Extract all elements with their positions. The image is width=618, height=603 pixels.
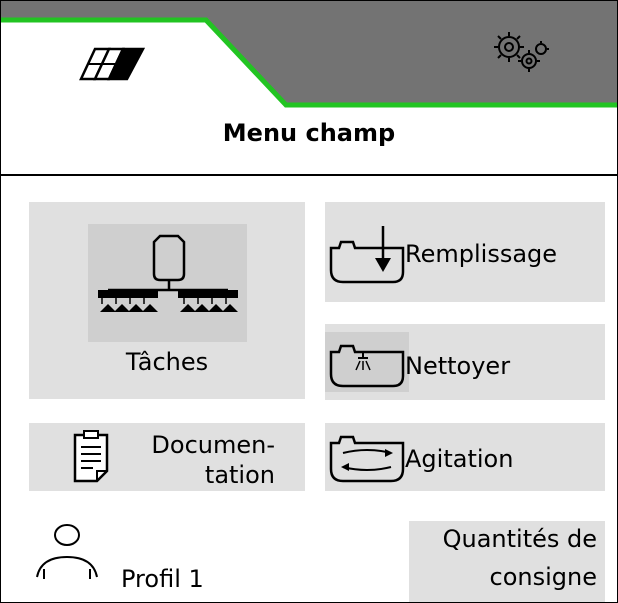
tank-fill-icon — [325, 222, 409, 288]
field-menu-screen: Menu champ Tâches Remplissage Nettoyer D… — [0, 0, 618, 603]
agitation-button[interactable]: Agitation — [325, 423, 605, 491]
quantites-label-line2: consigne — [489, 563, 597, 591]
header-divider — [1, 174, 617, 176]
remplissage-label: Remplissage — [405, 240, 558, 268]
tab-field-menu[interactable] — [61, 19, 161, 99]
tab-bar — [1, 1, 617, 109]
documentation-label-line2: tation — [204, 461, 275, 489]
nettoyer-button[interactable]: Nettoyer — [325, 324, 605, 400]
tab-settings-menu[interactable] — [471, 19, 571, 89]
documentation-label-line1: Documen- — [151, 431, 275, 459]
agitation-label: Agitation — [405, 445, 514, 473]
nettoyer-label: Nettoyer — [405, 352, 511, 380]
user-icon[interactable] — [31, 513, 111, 593]
field-icon — [79, 47, 146, 81]
sprayer-icon — [88, 224, 247, 342]
tank-clean-icon — [325, 332, 409, 392]
taches-label: Tâches — [125, 348, 209, 376]
profile-label[interactable]: Profil 1 — [121, 565, 204, 593]
quantites-de-consigne-button[interactable]: Quantités de consigne — [409, 521, 605, 602]
document-icon — [69, 427, 113, 487]
quantites-label-line1: Quantités de — [442, 525, 597, 553]
page-title: Menu champ — [222, 119, 396, 147]
documentation-button[interactable]: Documen- tation — [29, 423, 305, 491]
remplissage-button[interactable]: Remplissage — [325, 202, 605, 302]
taches-button[interactable]: Tâches — [29, 202, 305, 399]
gears-icon — [494, 32, 549, 72]
tank-agitation-icon — [325, 423, 409, 491]
